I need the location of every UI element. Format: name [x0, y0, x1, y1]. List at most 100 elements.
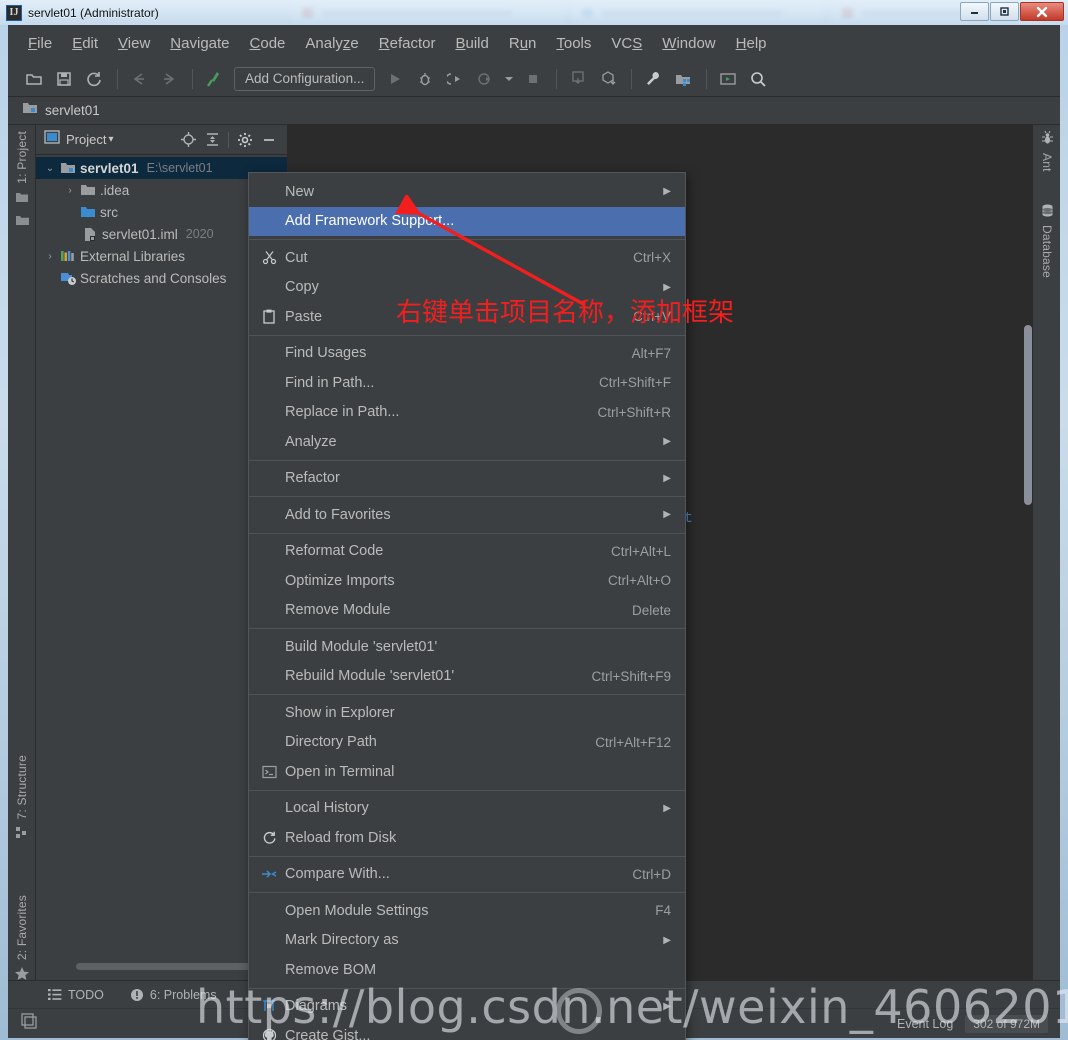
- menu-item-directory-path[interactable]: Directory Path Ctrl+Alt+F12: [249, 728, 685, 758]
- menu-separator: [249, 459, 685, 461]
- sidebar-item-favorites[interactable]: 2: Favorites: [8, 895, 36, 984]
- menu-item-replace-in-path[interactable]: Replace in Path... Ctrl+Shift+R: [249, 398, 685, 428]
- menu-separator: [249, 789, 685, 791]
- chevron-down-icon[interactable]: [501, 66, 517, 92]
- menu-edit[interactable]: Edit: [62, 32, 108, 55]
- menu-file[interactable]: FFileile: [18, 32, 62, 55]
- menu-code[interactable]: Code: [240, 32, 296, 55]
- menu-build[interactable]: Build: [445, 32, 498, 55]
- settings-gear-icon[interactable]: [233, 129, 257, 151]
- settings-wrench-icon[interactable]: [639, 66, 667, 92]
- panel-separator: [228, 131, 229, 148]
- commit-icon[interactable]: [594, 66, 622, 92]
- search-everywhere-icon[interactable]: [744, 66, 772, 92]
- menu-item-show-in-explorer[interactable]: Show in Explorer: [249, 698, 685, 728]
- sidebar-item-ant[interactable]: Ant: [1033, 130, 1061, 172]
- left-tool-window-stripe: 1: Project 7: Structure 2: Favorites: [8, 125, 36, 1005]
- menu-item-label: Find in Path...: [285, 374, 375, 391]
- editor-vertical-scrollbar[interactable]: [1024, 325, 1032, 505]
- menu-window[interactable]: Window: [652, 32, 725, 55]
- sidebar-item-project[interactable]: 1: Project: [8, 131, 36, 207]
- menu-item-analyze[interactable]: Analyze ▶: [249, 427, 685, 457]
- bottom-item-todo[interactable]: TODO: [48, 988, 104, 1002]
- project-structure-icon[interactable]: [669, 66, 697, 92]
- collapse-all-icon[interactable]: [200, 129, 224, 151]
- chevron-right-icon[interactable]: ›: [42, 251, 58, 262]
- tree-label: .idea: [100, 182, 130, 198]
- menu-item-local-history[interactable]: Local History ▶: [249, 794, 685, 824]
- menu-item-label: Reload from Disk: [285, 829, 397, 846]
- reload-icon: [257, 830, 281, 845]
- title-bar: IJ servlet01 (Administrator): [0, 0, 1068, 25]
- forward-arrow-icon[interactable]: [155, 66, 183, 92]
- sidebar-item-structure[interactable]: 7: Structure: [8, 755, 36, 842]
- menu-item-shortcut: Alt+F7: [631, 345, 671, 361]
- folder-icon: [78, 183, 98, 197]
- menu-separator: [249, 496, 685, 497]
- tree-sublabel: E:\servlet01: [146, 161, 213, 175]
- project-icon: [15, 190, 29, 207]
- run-coverage-icon[interactable]: [441, 66, 469, 92]
- menu-refactor[interactable]: Refactor: [369, 32, 446, 55]
- project-panel-title[interactable]: Project: [66, 132, 106, 147]
- hide-minus-icon[interactable]: [257, 129, 281, 151]
- menu-navigate[interactable]: Navigate: [160, 32, 239, 55]
- sidebar-item-folder[interactable]: [8, 213, 36, 230]
- toolbar-separator-4: [631, 68, 633, 89]
- toolbar-separator-2: [192, 68, 193, 89]
- tree-label: Scratches and Consoles: [80, 270, 227, 286]
- menu-analyze[interactable]: Analyze: [295, 32, 368, 55]
- menu-item-rebuild-module[interactable]: Rebuild Module 'servlet01' Ctrl+Shift+F9: [249, 662, 685, 692]
- chevron-right-icon[interactable]: ›: [62, 185, 78, 196]
- show-tool-windows-icon[interactable]: [20, 1012, 38, 1035]
- menu-item-open-in-terminal[interactable]: Open in Terminal: [249, 757, 685, 787]
- menu-item-reformat-code[interactable]: Reformat Code Ctrl+Alt+L: [249, 537, 685, 567]
- menu-view[interactable]: View: [108, 32, 160, 55]
- menu-item-refactor[interactable]: Refactor ▶: [249, 464, 685, 494]
- stripe-label-ant: Ant: [1040, 153, 1054, 172]
- menu-item-optimize-imports[interactable]: Optimize Imports Ctrl+Alt+O: [249, 566, 685, 596]
- menu-item-build-module[interactable]: Build Module 'servlet01': [249, 632, 685, 662]
- maximize-button[interactable]: [990, 2, 1019, 21]
- menu-vcs[interactable]: VCS: [601, 32, 652, 55]
- database-icon: [1040, 203, 1055, 221]
- menu-item-remove-module[interactable]: Remove Module Delete: [249, 596, 685, 626]
- menu-item-find-usages[interactable]: Find Usages Alt+F7: [249, 339, 685, 369]
- menu-help[interactable]: Help: [726, 32, 777, 55]
- menu-tools[interactable]: Tools: [546, 32, 601, 55]
- debug-icon[interactable]: [411, 66, 439, 92]
- chevron-down-icon[interactable]: ⌄: [42, 163, 58, 174]
- locate-target-icon[interactable]: [176, 129, 200, 151]
- chevron-down-icon[interactable]: ▾: [108, 134, 113, 145]
- open-folder-icon[interactable]: [20, 66, 48, 92]
- stop-icon[interactable]: [519, 66, 547, 92]
- menu-separator: [249, 334, 685, 336]
- menu-item-open-module-settings[interactable]: Open Module Settings F4: [249, 896, 685, 926]
- close-button[interactable]: [1020, 2, 1064, 21]
- save-all-icon[interactable]: [50, 66, 78, 92]
- minimize-button[interactable]: [960, 2, 989, 21]
- update-project-icon[interactable]: [564, 66, 592, 92]
- run-anything-icon[interactable]: [714, 66, 742, 92]
- run-icon[interactable]: [381, 66, 409, 92]
- build-hammer-icon[interactable]: [200, 66, 228, 92]
- profile-icon[interactable]: [471, 66, 499, 92]
- project-panel-horizontal-scrollbar[interactable]: [76, 963, 251, 970]
- annotation-text: 右键单击项目名称，添加框架: [396, 298, 735, 328]
- add-configuration-button[interactable]: Add Configuration...: [234, 66, 376, 91]
- menu-item-label: Rebuild Module 'servlet01': [285, 668, 455, 685]
- back-arrow-icon[interactable]: [125, 66, 153, 92]
- sync-icon[interactable]: [80, 66, 108, 92]
- menu-item-compare-with[interactable]: Compare With... Ctrl+D: [249, 860, 685, 890]
- menu-item-find-in-path[interactable]: Find in Path... Ctrl+Shift+F: [249, 368, 685, 398]
- menu-item-label: Reformat Code: [285, 543, 384, 560]
- stripe-label-structure: 7: Structure: [15, 755, 29, 820]
- menu-item-add-to-favorites[interactable]: Add to Favorites ▶: [249, 500, 685, 530]
- module-folder-icon: [22, 101, 38, 120]
- menu-run[interactable]: Run: [499, 32, 547, 55]
- menu-item-label: Local History: [285, 800, 369, 817]
- menu-item-reload-from-disk[interactable]: Reload from Disk: [249, 823, 685, 853]
- sidebar-item-database[interactable]: Database: [1033, 203, 1061, 278]
- breadcrumb-item-project[interactable]: servlet01: [45, 103, 100, 118]
- menu-item-mark-directory-as[interactable]: Mark Directory as ▶: [249, 926, 685, 956]
